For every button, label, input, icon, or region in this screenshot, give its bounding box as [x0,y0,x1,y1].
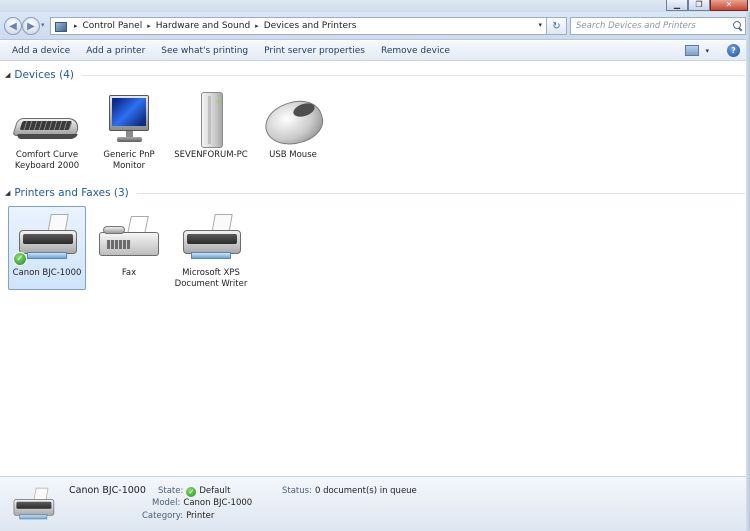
device-label: USB Mouse [269,150,317,160]
breadcrumb-separator[interactable]: ▸ [74,22,78,30]
recent-pages-dropdown[interactable]: ▾ [41,21,45,29]
details-pane: Canon BJC-1000 State: ✓ Default Model: Cano… [0,476,746,531]
devices-content-area: ◢ Devices (4) Comfort Curve Keyboard 200… [0,62,746,475]
group-header-printers[interactable]: ◢ Printers and Faxes (3) [5,187,745,199]
details-status: Status: 0 document(s) in queue [282,486,417,496]
group-title-devices: Devices (4) [14,69,74,81]
breadcrumb-separator[interactable]: ▸ [255,22,259,30]
model-label: Model: [152,498,181,508]
breadcrumb-control-panel[interactable]: Control Panel [83,21,143,31]
command-bar: Add a device Add a printer See what's pr… [0,41,750,61]
control-panel-icon [55,21,67,32]
collapse-arrow-icon[interactable]: ◢ [5,71,10,79]
maximize-button[interactable]: ❐ [688,0,710,11]
keyboard-icon [11,92,83,150]
back-button[interactable]: ◀ [4,17,22,35]
printer-canon[interactable]: ✓ Canon BJC-1000 [8,206,86,290]
add-device-button[interactable]: Add a device [6,41,76,61]
help-icon[interactable]: ? [727,44,740,57]
window-controls: ▁ ❐ ✕ [666,0,748,11]
search-placeholder: Search Devices and Printers [576,21,696,31]
group-header-devices[interactable]: ◢ Devices (4) [5,69,745,81]
navigation-bar: ◀ ▶ ▾ ▸ Control Panel ▸ Hardware and Sou… [0,12,750,40]
category-label: Category: [142,511,184,521]
details-model: Model: Canon BJC-1000 [152,498,252,508]
computer-tower-icon [175,92,247,150]
remove-device-button[interactable]: Remove device [375,41,456,61]
printer-label: Canon BJC-1000 [12,268,82,278]
printer-fax[interactable]: Fax [90,209,168,280]
device-label: Comfort Curve Keyboard 2000 [14,150,80,171]
title-bar: ▁ ❐ ✕ [0,0,750,12]
mouse-icon [257,92,329,152]
search-icon[interactable] [731,19,745,33]
printer-label: Microsoft XPS Document Writer [174,268,248,289]
window-border [746,12,750,531]
breadcrumb-devices-and-printers[interactable]: Devices and Printers [264,21,357,31]
see-whats-printing-button[interactable]: See what's printing [155,41,254,61]
status-label: Status: [282,486,312,496]
printer-icon [8,485,55,520]
device-monitor[interactable]: Generic PnP Monitor [90,91,168,173]
printer-icon: ✓ [11,210,83,268]
state-label: State: [158,486,184,496]
search-input[interactable]: Search Devices and Printers [570,17,746,35]
status-value: 0 document(s) in queue [314,486,417,496]
fax-icon [93,210,165,268]
printer-icon [175,210,247,268]
device-label: Generic PnP Monitor [103,150,155,171]
device-computer[interactable]: SEVENFORUM-PC [172,91,250,162]
address-dropdown[interactable]: ▾ [538,21,542,29]
category-value: Printer [186,511,215,521]
details-category: Category: Printer [142,511,214,521]
default-check-icon: ✓ [186,487,197,497]
printer-label: Fax [121,268,137,278]
device-keyboard[interactable]: Comfort Curve Keyboard 2000 [8,91,86,173]
minimize-button[interactable]: ▁ [666,0,688,11]
group-divider [136,192,745,194]
device-label: SEVENFORUM-PC [174,150,248,160]
forward-button[interactable]: ▶ [22,17,40,35]
change-view-icon[interactable] [685,45,700,56]
model-value: Canon BJC-1000 [183,498,253,508]
printer-xps-writer[interactable]: Microsoft XPS Document Writer [172,209,250,291]
add-printer-button[interactable]: Add a printer [80,41,151,61]
monitor-icon [93,92,165,150]
refresh-button[interactable]: ↻ [547,17,567,35]
print-server-properties-button[interactable]: Print server properties [258,41,371,61]
address-bar[interactable]: ▸ Control Panel ▸ Hardware and Sound ▸ D… [50,17,547,35]
breadcrumb-separator[interactable]: ▸ [147,22,151,30]
state-value: Default [199,486,231,496]
group-title-printers: Printers and Faxes (3) [14,187,129,199]
view-options-dropdown[interactable]: ▾ [705,47,709,55]
device-mouse[interactable]: USB Mouse [254,91,332,162]
group-divider [81,74,745,76]
default-printer-check-icon: ✓ [13,252,27,266]
details-device-name: Canon BJC-1000 [69,485,146,496]
details-state: State: ✓ Default [158,486,230,497]
close-button[interactable]: ✕ [710,0,748,11]
breadcrumb-hardware-and-sound[interactable]: Hardware and Sound [156,21,250,31]
collapse-arrow-icon[interactable]: ◢ [5,189,10,197]
command-bar-right: ▾ ? [685,44,740,57]
